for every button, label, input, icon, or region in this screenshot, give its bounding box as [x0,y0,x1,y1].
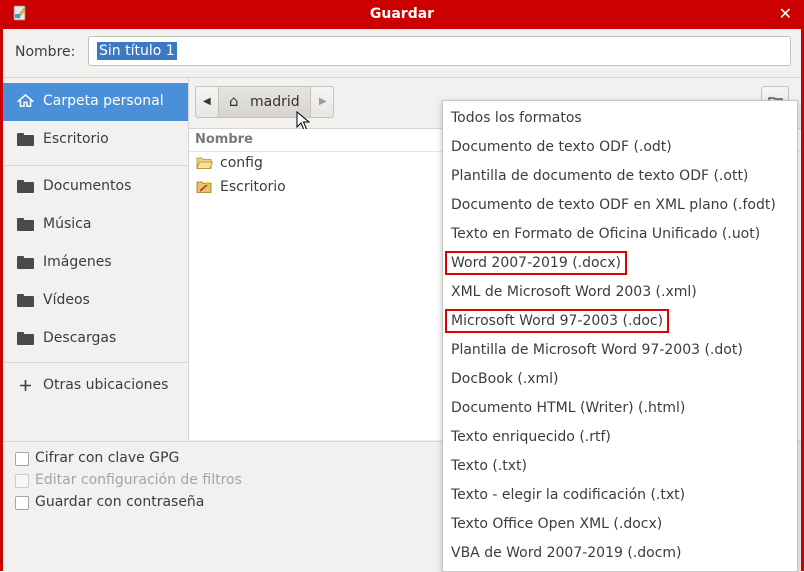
name-label: Nombre: [15,44,76,60]
checkbox-label: Guardar con contraseña [35,494,205,510]
sidebar-item-label: Carpeta personal [43,93,164,109]
file-name: config [220,155,263,171]
menu-item-label: DocBook (.xml) [451,371,559,387]
title-bar: Guardar ✕ [0,0,804,29]
menu-item[interactable]: Plantilla de Microsoft Word 97-2003 (.do… [443,336,797,365]
home-icon: ⌂ [229,92,239,110]
sidebar-divider [3,362,188,363]
folder-icon [17,294,34,307]
sidebar-item-imagenes[interactable]: Imágenes [3,244,188,282]
filename-input[interactable]: Sin título 1 [88,36,791,66]
menu-item-label: Texto en Formato de Oficina Unificado (.… [451,226,761,242]
folder-icon [17,218,34,231]
column-header-label: Nombre [195,132,253,147]
menu-item[interactable]: Documento de texto ODF (.odt) [443,133,797,162]
sidebar-item-escritorio[interactable]: Escritorio [3,121,188,159]
menu-item[interactable]: XML de Microsoft Word 2003 (.xml) [443,278,797,307]
menu-item[interactable]: Texto enriquecido (.rtf) [443,423,797,452]
sidebar-item-other-locations[interactable]: Otras ubicaciones [3,367,188,405]
folder-icon [17,256,34,269]
menu-item[interactable]: DocBook (.xml) [443,365,797,394]
menu-item-docx[interactable]: Word 2007-2019 (.docx) [443,249,797,278]
sidebar-item-label: Documentos [43,178,132,194]
menu-item-label: Documento de texto ODF en XML plano (.fo… [451,197,776,213]
sidebar-item-label: Descargas [43,330,117,346]
folder-icon [17,180,34,193]
menu-item-label: XML de Microsoft Word 2003 (.xml) [451,284,697,300]
window-title: Guardar [369,6,435,22]
menu-item[interactable]: Plantilla de documento de texto ODF (.ot… [443,162,797,191]
menu-item-label: Todos los formatos [451,110,582,126]
sidebar-item-descargas[interactable]: Descargas [3,320,188,358]
arrow-left-icon: ◀ [203,96,211,107]
sidebar-item-videos[interactable]: Vídeos [3,282,188,320]
filename-value: Sin título 1 [97,42,177,60]
home-icon [17,94,34,107]
menu-item-label: Word 2007-2019 (.docx) [444,251,628,275]
sidebar-item-label: Vídeos [43,292,90,308]
menu-item-label: Texto enriquecido (.rtf) [451,429,611,445]
sidebar-item-home[interactable]: Carpeta personal [3,83,188,121]
checkbox-label: Cifrar con clave GPG [35,450,180,466]
name-row: Nombre: Sin título 1 [3,29,801,78]
plus-icon [20,380,31,391]
menu-item[interactable]: Texto (.txt) [443,452,797,481]
menu-item[interactable]: Documento HTML (Writer) (.html) [443,394,797,423]
path-scroll-left-button[interactable]: ◀ [195,86,219,118]
arrow-right-icon: ▶ [319,96,327,107]
menu-item-label: Texto Office Open XML (.docx) [451,516,663,532]
close-button[interactable]: ✕ [779,4,792,23]
folder-icon [17,133,34,146]
places-sidebar: Carpeta personal Escritorio Documentos M… [3,78,189,440]
menu-item[interactable]: VBA de Word 2007-2019 (.docm) [443,539,797,568]
sidebar-item-label: Imágenes [43,254,112,270]
folder-open-icon [196,157,213,169]
file-name: Escritorio [220,179,286,195]
menu-item[interactable]: Texto Office Open XML (.docx) [443,510,797,539]
menu-item-label: Plantilla de documento de texto ODF (.ot… [451,168,749,184]
menu-item-doc[interactable]: Microsoft Word 97-2003 (.doc) [443,307,797,336]
sidebar-item-label: Otras ubicaciones [43,377,169,393]
encrypt-gpg-checkbox[interactable] [15,452,29,466]
path-scroll-right-button[interactable]: ▶ [310,86,334,118]
menu-item-label: Documento HTML (Writer) (.html) [451,400,686,416]
menu-item[interactable]: Texto en Formato de Oficina Unificado (.… [443,220,797,249]
checkbox-label: Editar configuración de filtros [35,472,242,488]
menu-item-label: Plantilla de Microsoft Word 97-2003 (.do… [451,342,743,358]
sidebar-item-musica[interactable]: Música [3,206,188,244]
desktop-folder-icon [196,181,212,193]
sidebar-divider [3,165,188,166]
menu-item[interactable]: Documento de texto ODF en XML plano (.fo… [443,191,797,220]
sidebar-item-documentos[interactable]: Documentos [3,168,188,206]
mouse-pointer-icon [296,111,310,131]
file-type-menu: Todos los formatos Documento de texto OD… [442,100,798,572]
folder-icon [17,332,34,345]
menu-item-label: Documento de texto ODF (.odt) [451,139,672,155]
menu-item-label: Texto - elegir la codificación (.txt) [451,487,686,503]
edit-filter-checkbox [15,474,29,488]
sidebar-item-label: Música [43,216,92,232]
menu-item-label: Microsoft Word 97-2003 (.doc) [444,309,670,333]
path-button-label: madrid [250,94,300,110]
menu-item-label: Texto (.txt) [451,458,527,474]
menu-item-label: VBA de Word 2007-2019 (.docm) [451,545,682,561]
save-password-checkbox[interactable] [15,496,29,510]
sidebar-item-label: Escritorio [43,131,109,147]
menu-item[interactable]: Texto - elegir la codificación (.txt) [443,481,797,510]
menu-item[interactable]: Todos los formatos [443,104,797,133]
